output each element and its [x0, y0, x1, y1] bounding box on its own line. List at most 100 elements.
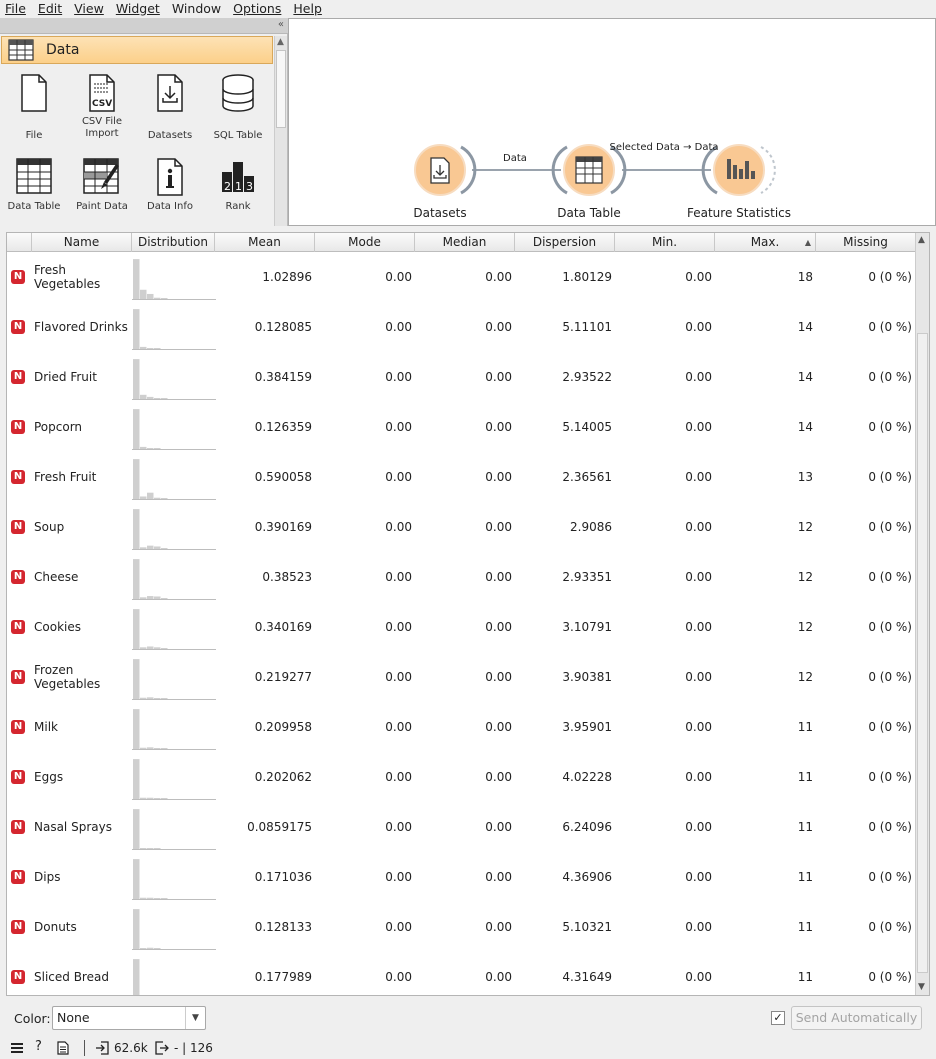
- cell-mode: 0.00: [385, 370, 412, 384]
- table-row[interactable]: N Popcorn 0.126359 0.00 0.00 5.14005 0.00 14 0 (…: [7, 402, 915, 452]
- tool-csv-file-import[interactable]: CSV CSV File Import: [68, 74, 136, 140]
- histogram-bar: [140, 697, 147, 699]
- cell-mean: 0.384159: [254, 370, 312, 384]
- cell-mode: 0.00: [385, 670, 412, 684]
- table-scroll-thumb[interactable]: [917, 333, 928, 973]
- table-row[interactable]: N Fresh Vegetables 1.02896 0.00 0.00 1.80129 0…: [7, 252, 915, 302]
- header-distribution[interactable]: Distribution: [132, 233, 215, 252]
- tool-data-info[interactable]: Data Info: [136, 158, 204, 213]
- color-select[interactable]: None ▼: [52, 1006, 206, 1030]
- histogram-bar: [140, 346, 147, 349]
- menu-view[interactable]: View: [69, 0, 109, 18]
- cell-name: Popcorn: [34, 420, 83, 434]
- input-icon: [96, 1041, 109, 1055]
- toolbox-scroll-thumb[interactable]: [276, 50, 286, 128]
- histogram-bar: [161, 598, 168, 599]
- cell-missing: 0 (0 %): [868, 970, 912, 984]
- histogram-bar: [140, 797, 147, 799]
- menu-help[interactable]: Help: [288, 0, 327, 18]
- histogram-bar: [154, 647, 161, 649]
- header-median[interactable]: Median: [415, 233, 515, 252]
- scroll-up-icon[interactable]: ▲: [918, 235, 925, 245]
- color-label: Color:: [14, 1011, 51, 1026]
- histogram-bar: [140, 747, 147, 749]
- cell-missing: 0 (0 %): [868, 920, 912, 934]
- tool-datasets-label: Datasets: [147, 130, 193, 141]
- cell-median: 0.00: [485, 270, 512, 284]
- table-row[interactable]: N Cheese 0.38523 0.00 0.00 2.93351 0.00 12 0 (0 …: [7, 552, 915, 602]
- table-row[interactable]: N Eggs 0.202062 0.00 0.00 4.02228 0.00 11 0 (0 %…: [7, 752, 915, 802]
- numeric-variable-icon: N: [11, 820, 25, 834]
- table-row[interactable]: N Milk 0.209958 0.00 0.00 3.95901 0.00 11 0 (0 %…: [7, 702, 915, 752]
- table-row[interactable]: N Frozen Vegetables 0.219277 0.00 0.00 3.9038…: [7, 652, 915, 702]
- table-row[interactable]: N Cookies 0.340169 0.00 0.00 3.10791 0.00 12 0 (…: [7, 602, 915, 652]
- cell-max: 12: [797, 520, 813, 534]
- histogram-bar: [133, 859, 140, 899]
- send-automatically-checkbox[interactable]: ✓: [771, 1011, 785, 1025]
- cell-name: Cheese: [34, 570, 79, 584]
- tool-datasets[interactable]: Datasets: [136, 74, 204, 142]
- table-vertical-scrollbar[interactable]: ▲ ▼: [915, 233, 929, 995]
- header-min[interactable]: Min.: [615, 233, 715, 252]
- menu-window[interactable]: Window: [167, 0, 226, 18]
- distribution-histogram: [132, 409, 216, 450]
- cell-min: 0.00: [685, 620, 712, 634]
- cell-name: Soup: [34, 520, 65, 534]
- workflow-canvas[interactable]: Data Selected Data → Data Datasets Data …: [288, 18, 936, 226]
- header-max[interactable]: Max. ▲: [715, 233, 816, 252]
- header-mode[interactable]: Mode: [315, 233, 415, 252]
- table-row[interactable]: N Soup 0.390169 0.00 0.00 2.9086 0.00 12 0 (0 %): [7, 502, 915, 552]
- table-row[interactable]: N Nasal Sprays 0.0859175 0.00 0.00 6.24096 0.0…: [7, 802, 915, 852]
- cell-dispersion: 6.24096: [562, 820, 612, 834]
- menu-file[interactable]: File: [0, 0, 31, 18]
- menu-widget[interactable]: Widget: [111, 0, 165, 18]
- cell-mean: 0.126359: [254, 420, 312, 434]
- cell-dispersion: 3.95901: [562, 720, 612, 734]
- table-row[interactable]: N Dried Fruit 0.384159 0.00 0.00 2.93522 0.00 1…: [7, 352, 915, 402]
- menu-edit[interactable]: Edit: [33, 0, 67, 18]
- cell-max: 14: [797, 420, 813, 434]
- rank-icon: 2 1 3: [222, 162, 254, 193]
- toolbox-collapse-bar[interactable]: «: [0, 18, 288, 34]
- table-row[interactable]: N Fresh Fruit 0.590058 0.00 0.00 2.36561 0.00 1…: [7, 452, 915, 502]
- hamburger-menu-icon[interactable]: [10, 1042, 24, 1054]
- category-data-header[interactable]: Data: [1, 36, 273, 64]
- collapse-icon[interactable]: «: [278, 19, 284, 30]
- cell-mode: 0.00: [385, 820, 412, 834]
- header-name[interactable]: Name: [32, 233, 132, 252]
- table-row[interactable]: N Donuts 0.128133 0.00 0.00 5.10321 0.00 11 0 (0…: [7, 902, 915, 952]
- cell-median: 0.00: [485, 670, 512, 684]
- chevron-down-icon[interactable]: ▼: [185, 1007, 205, 1029]
- tool-data-table[interactable]: Data Table: [0, 158, 68, 213]
- cell-min: 0.00: [685, 570, 712, 584]
- menu-options[interactable]: Options: [228, 0, 286, 18]
- send-automatically-button[interactable]: Send Automatically: [791, 1006, 922, 1030]
- node-label-datasets: Datasets: [413, 206, 467, 220]
- cell-min: 0.00: [685, 520, 712, 534]
- help-icon[interactable]: ?: [35, 1039, 42, 1054]
- toolbox-scrollbar[interactable]: ▲: [274, 36, 287, 226]
- tool-rank[interactable]: 2 1 3 Rank: [204, 158, 272, 213]
- tool-paint-data[interactable]: Paint Data: [68, 158, 136, 213]
- header-dispersion[interactable]: Dispersion: [515, 233, 615, 252]
- tool-file[interactable]: File: [0, 74, 68, 142]
- header-missing[interactable]: Missing: [816, 233, 915, 252]
- cell-missing: 0 (0 %): [868, 570, 912, 584]
- file-icon: [21, 74, 47, 112]
- distribution-histogram: [132, 459, 216, 500]
- cell-max: 14: [797, 370, 813, 384]
- table-row[interactable]: N Flavored Drinks 0.128085 0.00 0.00 5.11101 0…: [7, 302, 915, 352]
- cell-median: 0.00: [485, 420, 512, 434]
- report-icon[interactable]: [57, 1041, 69, 1055]
- histogram-bar: [154, 448, 161, 449]
- header-mean[interactable]: Mean: [215, 233, 315, 252]
- table-row[interactable]: N Sliced Bread 0.177989 0.00 0.00 4.31649 0.00…: [7, 952, 915, 995]
- tool-sql-table[interactable]: SQL Table: [204, 74, 272, 142]
- menu-window-label: Window: [171, 1, 222, 16]
- scroll-up-icon[interactable]: ▲: [277, 37, 284, 47]
- feature-statistics-table[interactable]: Name Distribution Mean Mode Median Dispe…: [6, 232, 930, 996]
- header-type[interactable]: [7, 233, 32, 252]
- data-table-icon: [8, 39, 34, 61]
- table-row[interactable]: N Dips 0.171036 0.00 0.00 4.36906 0.00 11 0 (0 %…: [7, 852, 915, 902]
- scroll-down-icon[interactable]: ▼: [918, 982, 925, 992]
